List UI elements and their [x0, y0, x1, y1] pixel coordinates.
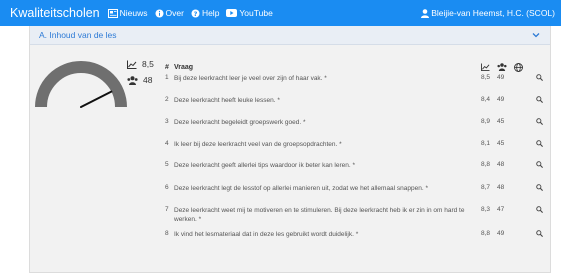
row-zoom-button[interactable] [531, 184, 543, 191]
magnifier-icon [536, 206, 543, 213]
youtube-icon [226, 9, 238, 17]
row-zoom-button[interactable] [531, 140, 543, 147]
row-respondents: 48 [497, 184, 505, 191]
svg-text:?: ? [194, 9, 198, 17]
questions-table: # Vraag 1 Bij deze leerkracht leer je vee… [165, 60, 543, 238]
row-number: 1 [165, 74, 169, 81]
row-score: 8,9 [481, 118, 491, 125]
panel-header[interactable]: A. Inhoud van de les [30, 26, 550, 45]
row-number: 2 [165, 96, 169, 103]
row-question: Deze leerkracht legt de lesstof op aller… [174, 185, 429, 192]
nav-about[interactable]: Over [155, 8, 184, 18]
row-score: 8,7 [481, 184, 491, 191]
top-navbar: Kwaliteitscholen Nieuws Over ? Help YouT… [0, 0, 561, 26]
row-question: Bij deze leerkracht leer je veel over zi… [174, 75, 327, 82]
row-zoom-button[interactable] [531, 118, 543, 125]
table-row: 3 Deze leerkracht begeleidt groepswerk go… [165, 118, 543, 127]
nav-news-label: Nieuws [119, 8, 148, 18]
row-respondents: 45 [497, 118, 505, 125]
nav-news[interactable]: Nieuws [107, 8, 148, 18]
line-chart-icon [481, 63, 490, 71]
score-gauge [35, 61, 127, 108]
row-score: 8,1 [481, 140, 491, 147]
magnifier-icon [536, 74, 543, 81]
nav-about-label: Over [165, 8, 184, 18]
row-score: 8,8 [481, 161, 491, 168]
user-menu[interactable]: Bleijie-van Heemst, H.C. (SCOL) [421, 0, 555, 26]
row-zoom-button[interactable] [531, 230, 543, 237]
row-score: 8,4 [481, 96, 491, 103]
info-icon [155, 9, 164, 17]
magnifier-icon [536, 118, 543, 125]
row-zoom-button[interactable] [531, 161, 543, 168]
row-number: 6 [165, 184, 169, 191]
nav-help-label: Help [201, 8, 220, 18]
row-respondents: 49 [497, 230, 505, 237]
magnifier-icon [536, 184, 543, 191]
globe-icon [514, 62, 523, 72]
magnifier-icon [536, 96, 543, 103]
table-row: 2 Deze leerkracht heeft leuke lessen. * 8,… [165, 96, 543, 105]
panel-title: A. Inhoud van de les [39, 30, 117, 40]
row-score: 8,5 [481, 74, 491, 81]
row-number: 4 [165, 140, 169, 147]
table-row: 7 Deze leerkracht weet mij te motiveren e… [165, 206, 543, 224]
magnifier-icon [536, 161, 543, 168]
row-respondents: 48 [497, 161, 505, 168]
row-number: 8 [165, 230, 169, 237]
question-panel: A. Inhoud van de les 8,5 48 # Vraag 1Bij… [29, 26, 551, 273]
row-question: Deze leerkracht geeft allerlei tips waar… [174, 162, 356, 169]
table-header: # Vraag [165, 60, 543, 74]
row-zoom-button[interactable] [531, 74, 543, 81]
row-number: 3 [165, 118, 169, 125]
nav-help[interactable]: ? Help [191, 8, 219, 18]
table-row: 6 Deze leerkracht legt de lesstof op alle… [165, 184, 543, 193]
row-respondents: 45 [497, 140, 505, 147]
col-number: # [165, 63, 169, 71]
help-icon: ? [191, 9, 200, 17]
table-row: 1 Bij deze leerkracht leer je veel over z… [165, 74, 543, 83]
user-name: Bleijie-van Heemst, H.C. (SCOL) [431, 8, 555, 18]
row-zoom-button[interactable] [531, 206, 543, 213]
row-question: Ik vind het lesmateriaal dat in deze les… [174, 231, 359, 238]
col-global[interactable] [514, 62, 531, 72]
table-row: 4 Ik leer bij deze leerkracht veel van de… [165, 140, 543, 149]
line-chart-icon [127, 60, 137, 69]
users-icon [127, 75, 138, 85]
table-row: 5 Deze leerkracht geeft allerlei tips waa… [165, 161, 543, 170]
row-question: Ik leer bij deze leerkracht veel van de … [174, 141, 342, 148]
col-score[interactable] [481, 63, 497, 71]
newspaper-icon [107, 8, 118, 18]
magnifier-icon [536, 230, 543, 237]
row-number: 5 [165, 161, 169, 168]
nav-youtube-label: YouTube [239, 8, 273, 18]
row-respondents: 49 [497, 74, 505, 81]
col-question: Vraag [174, 63, 194, 71]
row-question: Deze leerkracht heeft leuke lessen. * [174, 97, 280, 104]
row-question: Deze leerkracht weet mij te motiveren en… [174, 207, 465, 223]
table-row: 8 Ik vind het lesmateriaal dat in deze le… [165, 230, 543, 239]
row-score: 8,8 [481, 230, 491, 237]
row-score: 8,3 [481, 206, 491, 213]
row-respondents: 49 [497, 96, 505, 103]
average-score-value: 8,5 [142, 59, 154, 69]
col-respondents[interactable] [497, 63, 514, 71]
row-question: Deze leerkracht begeleidt groepswerk goe… [174, 119, 306, 126]
gauge-needle [80, 90, 113, 108]
row-respondents: 47 [497, 206, 505, 213]
respondent-count-value: 48 [143, 75, 153, 85]
magnifier-icon [536, 140, 543, 147]
user-icon [421, 8, 430, 18]
respondent-count: 48 [127, 75, 152, 85]
nav-youtube[interactable]: YouTube [226, 8, 273, 18]
row-zoom-button[interactable] [531, 96, 543, 103]
average-score: 8,5 [127, 59, 154, 69]
users-icon [497, 63, 507, 71]
brand-link[interactable]: Kwaliteitscholen [10, 6, 100, 20]
row-number: 7 [165, 206, 169, 213]
chevron-down-icon[interactable] [531, 30, 541, 40]
